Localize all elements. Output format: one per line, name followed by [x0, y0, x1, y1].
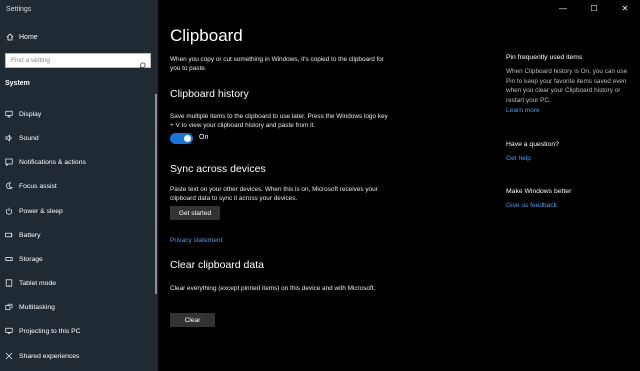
- search-placeholder: Find a setting: [11, 57, 51, 64]
- sidebar-item-label: Multitasking: [19, 303, 55, 311]
- get-started-button[interactable]: Get started: [170, 206, 220, 220]
- projecting-icon: [5, 327, 13, 335]
- sidebar-item-battery[interactable]: Battery: [0, 226, 155, 244]
- sidebar-item-label: Storage: [19, 255, 43, 263]
- tablet-icon: [5, 279, 13, 287]
- sidebar-item-label: Projecting to this PC: [19, 327, 81, 335]
- section-label-system: System: [5, 80, 30, 87]
- clipboard-history-description: Save multiple items to the clipboard to …: [170, 113, 388, 129]
- power-icon: [5, 207, 13, 215]
- main-content: — ☐ ✕ Clipboard When you copy or cut som…: [158, 0, 640, 371]
- sidebar-item-tablet-mode[interactable]: Tablet mode: [0, 274, 155, 292]
- sidebar-item-label: Tablet mode: [19, 279, 57, 287]
- search-icon[interactable]: [138, 57, 146, 70]
- clear-clipboard-heading: Clear clipboard data: [170, 259, 264, 271]
- storage-icon: [5, 255, 13, 263]
- clipboard-history-toggle-state: On: [199, 134, 209, 141]
- sidebar-item-home[interactable]: Home: [0, 30, 158, 44]
- app-title: Settings: [6, 6, 32, 13]
- sync-description: Paste text on your other devices. When t…: [170, 186, 378, 202]
- shared-experiences-icon: [5, 352, 13, 360]
- learn-more-link[interactable]: Learn more: [506, 107, 540, 114]
- sidebar-item-power-sleep[interactable]: Power & sleep: [0, 202, 155, 220]
- sidebar-item-label: Shared experiences: [19, 352, 80, 360]
- sidebar-item-label: Battery: [19, 231, 41, 239]
- maximize-button[interactable]: ☐: [589, 3, 599, 13]
- clipboard-history-toggle[interactable]: [170, 133, 193, 144]
- sidebar-item-multitasking[interactable]: Multitasking: [0, 298, 155, 316]
- pin-items-heading: Pin frequently used items: [506, 54, 583, 61]
- sidebar-item-storage[interactable]: Storage: [0, 250, 155, 268]
- sidebar-item-label: Display: [19, 110, 42, 118]
- sidebar-scrollbar[interactable]: [155, 94, 157, 294]
- clear-button[interactable]: Clear: [170, 313, 215, 327]
- sidebar-item-focus-assist[interactable]: Focus assist: [0, 177, 155, 195]
- sidebar-item-label: Sound: [19, 134, 39, 142]
- search-input[interactable]: Find a setting: [5, 53, 151, 70]
- pin-items-text: When Clipboard history is On, you can us…: [506, 68, 628, 104]
- notifications-icon: [5, 158, 13, 166]
- clipboard-intro: When you copy or cut something in Window…: [170, 56, 384, 72]
- sidebar-item-shared-experiences[interactable]: Shared experiences: [0, 347, 155, 365]
- sidebar-item-label: Power & sleep: [19, 207, 63, 215]
- sidebar-item-display[interactable]: Display: [0, 105, 155, 123]
- clear-clipboard-description: Clear everything (except pinned items) o…: [170, 285, 376, 292]
- close-button[interactable]: ✕: [620, 3, 630, 13]
- page-title: Clipboard: [170, 26, 243, 45]
- battery-icon: [5, 231, 13, 239]
- privacy-statement-link[interactable]: Privacy statement: [170, 237, 222, 244]
- sidebar-item-projecting[interactable]: Projecting to this PC: [0, 322, 155, 340]
- feedback-heading: Make Windows better: [506, 188, 572, 195]
- home-label: Home: [19, 33, 38, 41]
- minimize-button[interactable]: —: [558, 3, 568, 13]
- sidebar: Settings Home Find a setting System Disp…: [0, 0, 158, 371]
- focus-assist-icon: [5, 182, 13, 190]
- sync-heading: Sync across devices: [170, 163, 266, 175]
- sidebar-item-notifications[interactable]: Notifications & actions: [0, 153, 155, 171]
- give-feedback-link[interactable]: Give us feedback: [506, 202, 557, 209]
- sidebar-item-label: Focus assist: [19, 182, 57, 190]
- home-icon: [6, 33, 14, 41]
- toggle-knob: [184, 135, 191, 142]
- clipboard-history-heading: Clipboard history: [170, 88, 249, 100]
- sidebar-item-sound[interactable]: Sound: [0, 129, 155, 147]
- sound-icon: [5, 134, 13, 142]
- display-icon: [5, 110, 13, 118]
- multitasking-icon: [5, 303, 13, 311]
- get-help-link[interactable]: Get help: [506, 155, 531, 162]
- sidebar-item-label: Notifications & actions: [19, 158, 86, 166]
- question-heading: Have a question?: [506, 141, 559, 148]
- window-controls: — ☐ ✕: [530, 0, 640, 16]
